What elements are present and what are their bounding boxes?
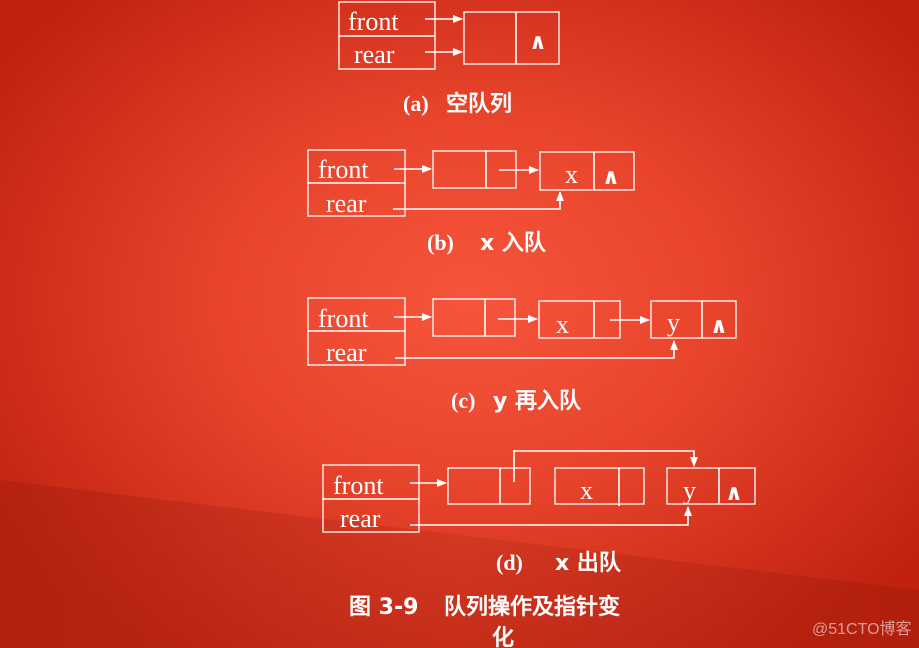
rear-arrow <box>410 506 692 526</box>
front-label: front <box>318 304 369 333</box>
rear-label: rear <box>326 338 367 367</box>
caption-text: y 再入队 <box>493 389 582 414</box>
front-label: front <box>333 471 384 500</box>
rear-label: rear <box>340 504 381 533</box>
caption-tag: (a) <box>403 91 429 116</box>
figure-caption-wrap: 化 <box>492 625 514 648</box>
node-x <box>539 151 635 191</box>
node-value: y <box>683 476 696 505</box>
node-x <box>554 467 645 505</box>
caption-tag: (c) <box>451 388 475 413</box>
front-label: front <box>348 7 399 36</box>
caption-tag: (d) <box>496 550 523 575</box>
null-icon: ∧ <box>602 165 620 190</box>
rear-arrow <box>395 340 678 359</box>
caption-text: x 入队 <box>480 231 547 256</box>
null-icon: ∧ <box>710 314 728 339</box>
null-icon: ∧ <box>725 481 743 506</box>
front-label: front <box>318 155 369 184</box>
rear-label: rear <box>326 189 367 218</box>
background-band <box>0 480 919 648</box>
caption-tag: (b) <box>427 230 454 255</box>
head-node <box>432 298 516 337</box>
node-value: y <box>667 308 680 337</box>
panel-c: front rear x y ∧ (c) y 再入队 <box>307 297 737 414</box>
null-icon: ∧ <box>529 30 547 55</box>
panel-b: front rear x ∧ (b) x 入队 <box>307 149 635 256</box>
head-node <box>447 467 531 505</box>
rear-arrow <box>393 191 564 210</box>
figure-number: 图 3-9 <box>349 595 418 620</box>
caption-text: x 出队 <box>555 551 622 576</box>
node-value: x <box>580 476 593 505</box>
caption-text: 空队列 <box>446 91 512 117</box>
panel-a: front rear ∧ (a) 空队列 <box>338 1 560 117</box>
node-x <box>538 300 621 339</box>
figure-caption: 队列操作及指针变 <box>444 594 620 620</box>
rear-label: rear <box>354 40 395 69</box>
node-value: x <box>556 310 569 339</box>
queue-diagram: front rear ∧ (a) 空队列 front rear x ∧ (b) … <box>0 1 919 648</box>
watermark: @51CTO博客 <box>812 620 912 638</box>
node-value: x <box>565 160 578 189</box>
